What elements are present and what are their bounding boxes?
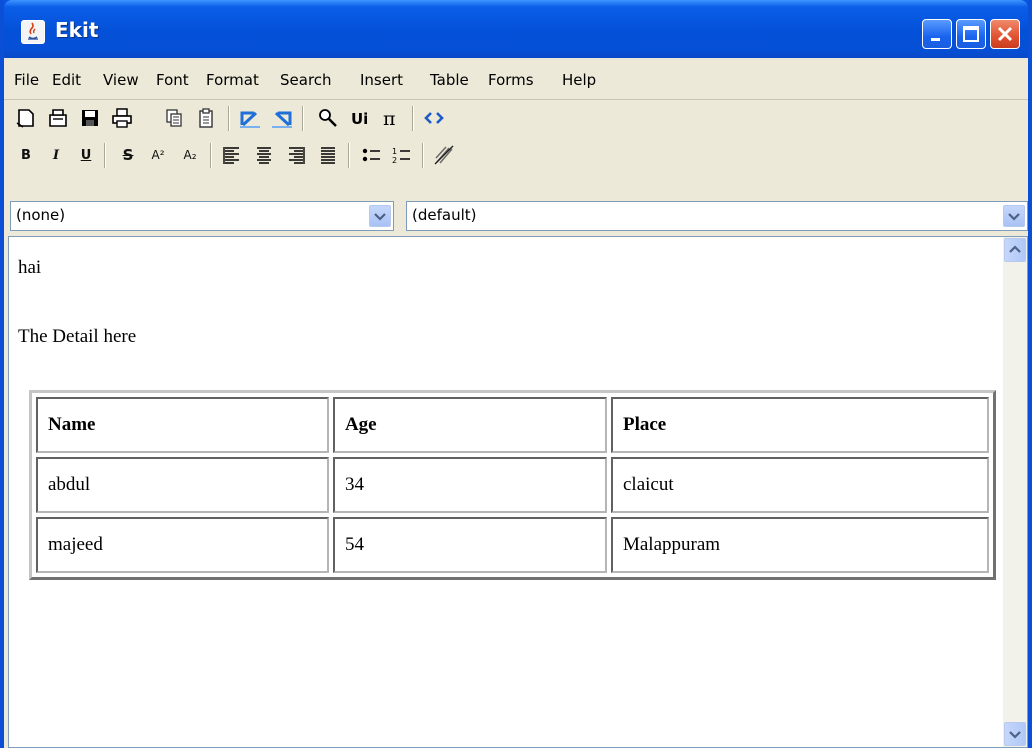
scroll-down-button[interactable] — [1004, 722, 1026, 746]
table-row: abdul 34 claicut — [36, 457, 989, 513]
table-header-cell[interactable]: Place — [610, 397, 989, 453]
math-pi-icon[interactable]: π — [378, 104, 406, 132]
table-cell[interactable]: claicut — [610, 457, 989, 513]
editor-pane[interactable]: hai The Detail here Name Age Place abdul… — [8, 236, 1028, 748]
open-icon[interactable] — [44, 104, 72, 132]
menu-forms[interactable]: Forms — [488, 71, 534, 89]
align-right-icon[interactable] — [282, 141, 310, 169]
subscript-button[interactable]: A₂ — [176, 141, 204, 169]
clear-formatting-icon[interactable] — [430, 141, 458, 169]
title-bar[interactable]: Ekit — [4, 0, 1028, 58]
details-table: Name Age Place abdul 34 claicut majeed 5… — [29, 390, 996, 580]
document-text-line: hai — [18, 257, 42, 278]
undo-icon[interactable] — [236, 104, 264, 132]
menu-view[interactable]: View — [103, 71, 139, 89]
view-source-icon[interactable] — [420, 104, 448, 132]
close-button[interactable] — [990, 19, 1020, 49]
toolbar-separator — [210, 143, 212, 168]
vertical-scrollbar[interactable] — [1003, 237, 1027, 747]
align-left-icon[interactable] — [218, 141, 246, 169]
align-center-icon[interactable] — [250, 141, 278, 169]
menu-edit[interactable]: Edit — [52, 71, 81, 89]
window-title: Ekit — [55, 18, 99, 42]
table-header-cell[interactable]: Name — [36, 397, 329, 453]
scroll-up-button[interactable] — [1004, 238, 1026, 262]
unicode-icon[interactable]: Ui — [348, 104, 376, 132]
print-icon[interactable] — [108, 104, 136, 132]
menu-help[interactable]: Help — [562, 71, 596, 89]
menu-font[interactable]: Font — [156, 71, 189, 89]
toolbar-separator — [104, 143, 106, 168]
svg-text:Ui: Ui — [351, 110, 368, 128]
bullet-list-icon[interactable] — [358, 141, 386, 169]
find-icon[interactable] — [314, 104, 342, 132]
main-toolbar: Ui π — [4, 102, 1028, 135]
strikethrough-button[interactable]: S — [114, 141, 142, 169]
bold-button[interactable]: B — [12, 141, 40, 169]
redo-icon[interactable] — [268, 104, 296, 132]
minimize-button[interactable] — [922, 19, 952, 49]
new-document-icon[interactable] — [12, 104, 40, 132]
numbered-list-icon[interactable]: 12 — [388, 141, 416, 169]
save-icon[interactable] — [76, 104, 104, 132]
superscript-button[interactable]: A² — [144, 141, 172, 169]
table-header-row: Name Age Place — [36, 397, 989, 453]
menu-insert[interactable]: Insert — [360, 71, 403, 89]
paste-icon[interactable] — [192, 104, 220, 132]
copy-icon[interactable] — [160, 104, 188, 132]
chevron-down-icon[interactable] — [1003, 205, 1025, 227]
table-cell[interactable]: majeed — [36, 517, 329, 573]
italic-button[interactable]: I — [42, 141, 70, 169]
table-cell[interactable]: abdul — [36, 457, 329, 513]
toolbar-separator — [228, 106, 230, 131]
table-cell[interactable]: 54 — [332, 517, 607, 573]
font-family-value: (default) — [412, 206, 477, 224]
svg-text:1: 1 — [392, 147, 397, 156]
client-area: File Edit View Font Format Search Insert… — [4, 58, 1028, 748]
menu-search[interactable]: Search — [280, 71, 332, 89]
menu-bar: File Edit View Font Format Search Insert… — [4, 58, 1028, 100]
maximize-button[interactable] — [956, 19, 986, 49]
menu-file[interactable]: File — [14, 71, 39, 89]
paragraph-style-value: (none) — [16, 206, 66, 224]
font-family-select[interactable]: (default) — [406, 201, 1028, 231]
menu-table[interactable]: Table — [430, 71, 469, 89]
paragraph-style-select[interactable]: (none) — [10, 201, 394, 231]
toolbar-separator — [348, 143, 350, 168]
toolbar-separator — [302, 106, 304, 131]
table-header-cell[interactable]: Age — [332, 397, 607, 453]
format-toolbar: B I U S A² A₂ 12 — [4, 139, 1028, 172]
table-cell[interactable]: 34 — [332, 457, 607, 513]
menu-format[interactable]: Format — [206, 71, 259, 89]
toolbar-separator — [412, 106, 414, 131]
table-row: majeed 54 Malappuram — [36, 517, 989, 573]
app-window: Ekit File Edit View Font Format Search I… — [0, 0, 1032, 748]
java-app-icon — [21, 20, 45, 44]
svg-text:2: 2 — [392, 156, 397, 165]
chevron-down-icon[interactable] — [369, 205, 391, 227]
toolbar-separator — [422, 143, 424, 168]
svg-text:π: π — [383, 108, 396, 129]
table-cell[interactable]: Malappuram — [610, 517, 989, 573]
align-justify-icon[interactable] — [314, 141, 342, 169]
underline-button[interactable]: U — [72, 141, 100, 169]
document-text-line: The Detail here — [18, 326, 137, 347]
document-body[interactable]: hai The Detail here Name Age Place abdul… — [9, 237, 1003, 747]
